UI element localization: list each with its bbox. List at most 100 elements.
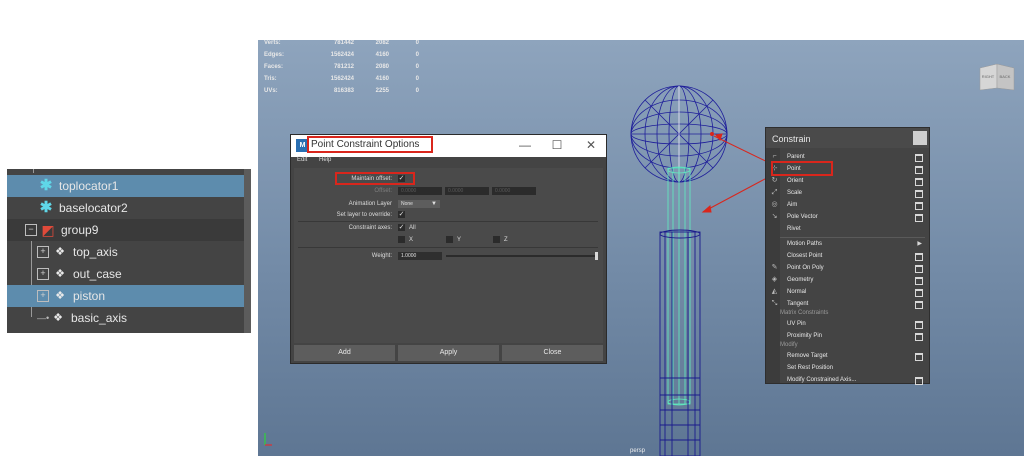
menu-item-modify-constrained-axis[interactable]: Modify Constrained Axis... [766,374,929,385]
menu-item-orient[interactable]: ↻ Orient [766,175,929,187]
option-box-icon[interactable] [915,190,923,198]
scale-constraint-icon: ⤢ [771,189,778,196]
option-box-icon[interactable] [915,377,923,385]
outliner-item-baselocator2[interactable]: ✱ baselocator2 [7,197,244,219]
outliner-item-top-axis[interactable]: + ❖ top_axis [7,241,244,263]
outliner-panel: ✱ toplocator1 ✱ baselocator2 − ◩ group9 … [7,169,251,333]
option-box-icon[interactable] [915,166,923,174]
offset-y-field[interactable]: 0.0000 [445,187,489,195]
menu-help[interactable]: Help [319,157,331,163]
transform-icon: ❖ [55,268,65,280]
axis-z-checkbox[interactable] [493,236,500,243]
dialog-titlebar[interactable]: M Point Constraint Options — ☐ ✕ [291,135,606,157]
transform-icon: ❖ [55,246,65,258]
menu-item-aim[interactable]: ◎ Aim [766,199,929,211]
group-icon: ◩ [41,222,55,238]
close-button[interactable]: Close [502,345,603,361]
option-box-icon[interactable] [915,289,923,297]
animation-layer-value: None [401,201,413,207]
animation-layer-label: Animation Layer [348,201,392,207]
weight-slider-handle[interactable] [595,252,598,260]
expand-icon[interactable]: + [37,268,49,280]
menu-item-geometry[interactable]: ◈ Geometry [766,274,929,286]
section-matrix-constraints: Matrix Constraints [780,310,829,316]
menu-item-rivet[interactable]: Rivet [766,223,929,235]
offset-label: Offset: [374,188,392,194]
annotation-highlight [307,136,433,153]
point-constraint-options-dialog[interactable]: M Point Constraint Options — ☐ ✕ Edit He… [290,134,607,364]
outliner-item-label: out_case [73,267,122,281]
option-box-icon[interactable] [915,214,923,222]
set-layer-checkbox[interactable]: ✓ [398,211,405,218]
menu-item-set-rest-position[interactable]: Set Rest Position [766,362,929,374]
annotation-highlight [335,172,415,185]
divider [298,221,598,222]
viewcube[interactable]: RIGHT BACK [978,60,1016,92]
submenu-arrow-icon: ▶ [917,241,922,247]
option-box-icon[interactable] [915,353,923,361]
offset-z-field[interactable]: 0.0000 [492,187,536,195]
weight-field[interactable]: 1.0000 [398,252,442,260]
outliner-item-label: piston [73,289,106,303]
animation-layer-dropdown[interactable]: None ▼ [398,200,440,208]
option-box-icon[interactable] [915,154,923,162]
outliner-item-label: toplocator1 [59,179,119,193]
offset-x-field[interactable]: 0.0000 [398,187,442,195]
option-box-icon[interactable] [915,253,923,261]
option-box-icon[interactable] [915,265,923,273]
axes-all-label: All [409,225,416,231]
section-modify: Modify [780,342,798,348]
menu-item-normal[interactable]: ◭ Normal [766,286,929,298]
option-box-icon[interactable] [915,277,923,285]
menu-item-remove-target[interactable]: Remove Target [766,350,929,362]
outliner-item-label: basic_axis [71,311,128,325]
viewcube-face-right[interactable]: RIGHT [982,74,995,79]
menu-item-pole-vector[interactable]: ↘ Pole Vector [766,211,929,223]
menu-item-uv-pin[interactable]: UV Pin [766,318,929,330]
menu-item-scale[interactable]: ⤢ Scale [766,187,929,199]
add-button[interactable]: Add [294,345,395,361]
point-on-poly-icon: ✎ [771,264,778,271]
outliner-item-out-case[interactable]: + ❖ out_case [7,263,244,285]
camera-label: persp [630,448,646,454]
option-box-icon[interactable] [915,333,923,341]
axis-z-label: Z [504,237,508,243]
viewcube-face-back[interactable]: BACK [1000,74,1011,79]
axis-gizmo-icon [264,433,272,446]
transform-icon: ❖ [53,312,63,324]
minimize-icon[interactable]: — [517,138,533,152]
axis-x-checkbox[interactable] [398,236,405,243]
menu-item-proximity-pin[interactable]: Proximity Pin [766,330,929,342]
expand-icon[interactable]: + [37,290,49,302]
maximize-icon[interactable]: ☐ [549,138,565,152]
menu-item-tangent[interactable]: ⤡ Tangent [766,298,929,310]
tree-leaf-icon: —• [37,313,50,323]
green-piston-wireframe [667,166,691,406]
axis-y-checkbox[interactable] [446,236,453,243]
menu-item-motion-paths[interactable]: Motion Paths ▶ [766,238,929,250]
outliner-item-toplocator1[interactable]: ✱ toplocator1 [7,175,244,197]
collapse-icon[interactable]: − [25,224,37,236]
outliner-item-label: top_axis [73,245,118,259]
transform-icon: ❖ [55,290,65,302]
dialog-body: Maintain offset: ✓ Offset: 0.0000 0.0000… [294,168,603,343]
option-box-icon[interactable] [915,301,923,309]
menu-item-point-on-poly[interactable]: ✎ Point On Poly [766,262,929,274]
option-box-icon[interactable] [915,178,923,186]
apply-button[interactable]: Apply [398,345,499,361]
outliner-item-group9[interactable]: − ◩ group9 [7,219,244,241]
outliner-item-piston[interactable]: + ❖ piston [7,285,244,307]
annotation-highlight [771,161,833,176]
menu-item-closest-point[interactable]: Closest Point [766,250,929,262]
tear-off-icon[interactable] [913,131,927,145]
constrain-menu: Constrain ⌐ Parent ⊹ Point ↻ Orient ⤢ Scale … [765,127,930,385]
weight-slider-track[interactable] [446,255,596,257]
outliner-item-basic-axis[interactable]: —• ❖ basic_axis [7,307,244,329]
option-box-icon[interactable] [915,321,923,329]
menu-edit[interactable]: Edit [297,157,307,163]
option-box-icon[interactable] [915,202,923,210]
close-icon[interactable]: ✕ [583,138,599,152]
expand-icon[interactable]: + [37,246,49,258]
axes-all-checkbox[interactable]: ✓ [398,224,405,231]
locator-icon: ✱ [39,199,53,216]
